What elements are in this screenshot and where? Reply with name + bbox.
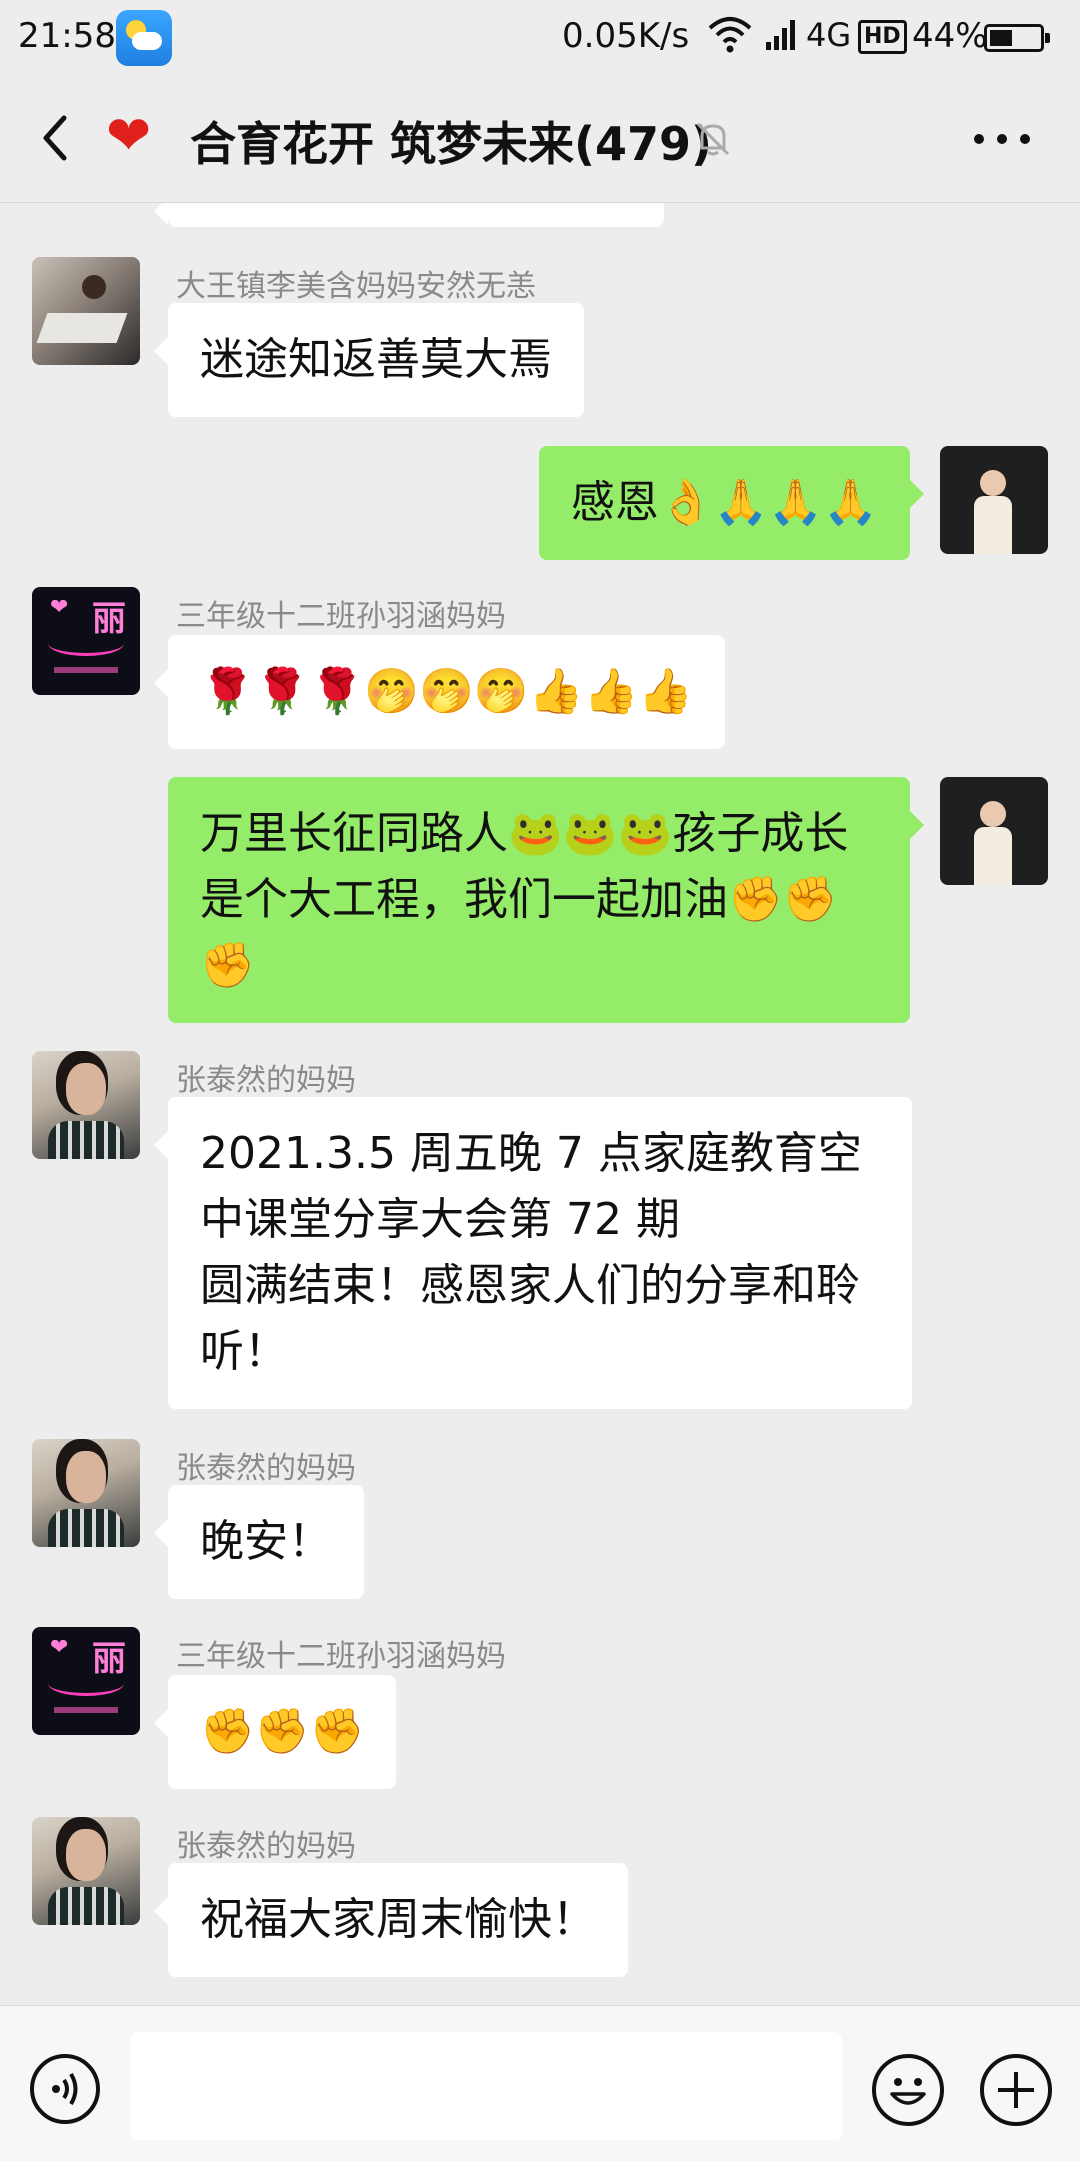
sender-name: 张泰然的妈妈 [176, 1063, 356, 1098]
avatar[interactable] [32, 1817, 140, 1925]
heart-icon: ❤ [50, 595, 69, 620]
sender-name: 张泰然的妈妈 [176, 1829, 356, 1864]
avatar-decoration [54, 667, 118, 673]
chevron-left-icon[interactable] [30, 108, 86, 168]
smiley-icon[interactable] [872, 2054, 944, 2126]
avatar[interactable]: ❤ 丽 [32, 1627, 140, 1735]
network-speed: 0.05K/s [562, 16, 690, 56]
weather-icon [116, 10, 172, 66]
heart-icon: ❤ [106, 104, 152, 167]
plus-icon[interactable] [980, 2054, 1052, 2126]
clock: 21:58 [18, 16, 116, 56]
battery-percent: 44% [912, 16, 988, 56]
message-bubble[interactable]: 🌹🌹🌹🤭🤭🤭👍👍👍 [153, 635, 726, 749]
battery-icon [984, 24, 1050, 52]
network-type: 4G [806, 16, 852, 54]
message-bubble-self[interactable]: 感恩👌🙏🙏🙏 [538, 446, 925, 560]
message-bubble[interactable]: 祝福大家周末愉快！ [154, 1863, 628, 1977]
chat-header: ❤ 合育花开 筑梦未来(479) [0, 74, 1080, 203]
avatar[interactable] [32, 1439, 140, 1547]
message-bubble[interactable]: 2021.3.5 周五晚 7 点家庭教育空中课堂分享大会第 72 期 圆满结束！… [154, 1097, 912, 1409]
avatar[interactable] [32, 1051, 140, 1159]
status-bar: 21:58 0.05K/s 4G HD 44% [0, 0, 1080, 74]
sender-name: 大王镇李美含妈妈安然无恙 [176, 269, 536, 304]
message-bubble-cutoff[interactable] [154, 203, 664, 227]
avatar-decoration [48, 631, 124, 656]
message-input[interactable] [130, 2032, 842, 2140]
heart-icon: ❤ [50, 1635, 69, 1660]
sender-name: 三年级十二班孙羽涵妈妈 [176, 1639, 506, 1674]
message-list[interactable]: 大王镇李美含妈妈安然无恙 迷途知返善莫大焉 感恩👌🙏🙏🙏 ❤ 丽 三年级十二班孙… [0, 203, 1080, 2005]
avatar-self[interactable] [940, 446, 1048, 554]
avatar-decoration [54, 1707, 118, 1713]
signal-icon [766, 20, 795, 50]
avatar[interactable]: ❤ 丽 [32, 587, 140, 695]
input-bar [0, 2005, 1080, 2161]
avatar-self[interactable] [940, 777, 1048, 885]
wifi-icon [708, 17, 752, 53]
message-bubble[interactable]: 晚安！ [154, 1485, 364, 1599]
bell-off-icon [696, 122, 730, 156]
more-dots-icon[interactable] [972, 132, 1032, 146]
message-bubble[interactable]: ✊✊✊ [153, 1675, 397, 1789]
chat-title[interactable]: 合育花开 筑梦未来(479) [190, 108, 712, 174]
hd-badge: HD [858, 20, 907, 54]
sender-name: 三年级十二班孙羽涵妈妈 [176, 599, 506, 634]
message-bubble[interactable]: 迷途知返善莫大焉 [154, 303, 584, 417]
avatar[interactable] [32, 257, 140, 365]
voice-icon[interactable] [30, 2054, 100, 2124]
sender-name: 张泰然的妈妈 [176, 1451, 356, 1486]
avatar-decoration [48, 1671, 124, 1696]
message-bubble-self[interactable]: 万里长征同路人🐸🐸🐸孩子成长是个大工程，我们一起加油✊✊✊ [168, 777, 924, 1023]
